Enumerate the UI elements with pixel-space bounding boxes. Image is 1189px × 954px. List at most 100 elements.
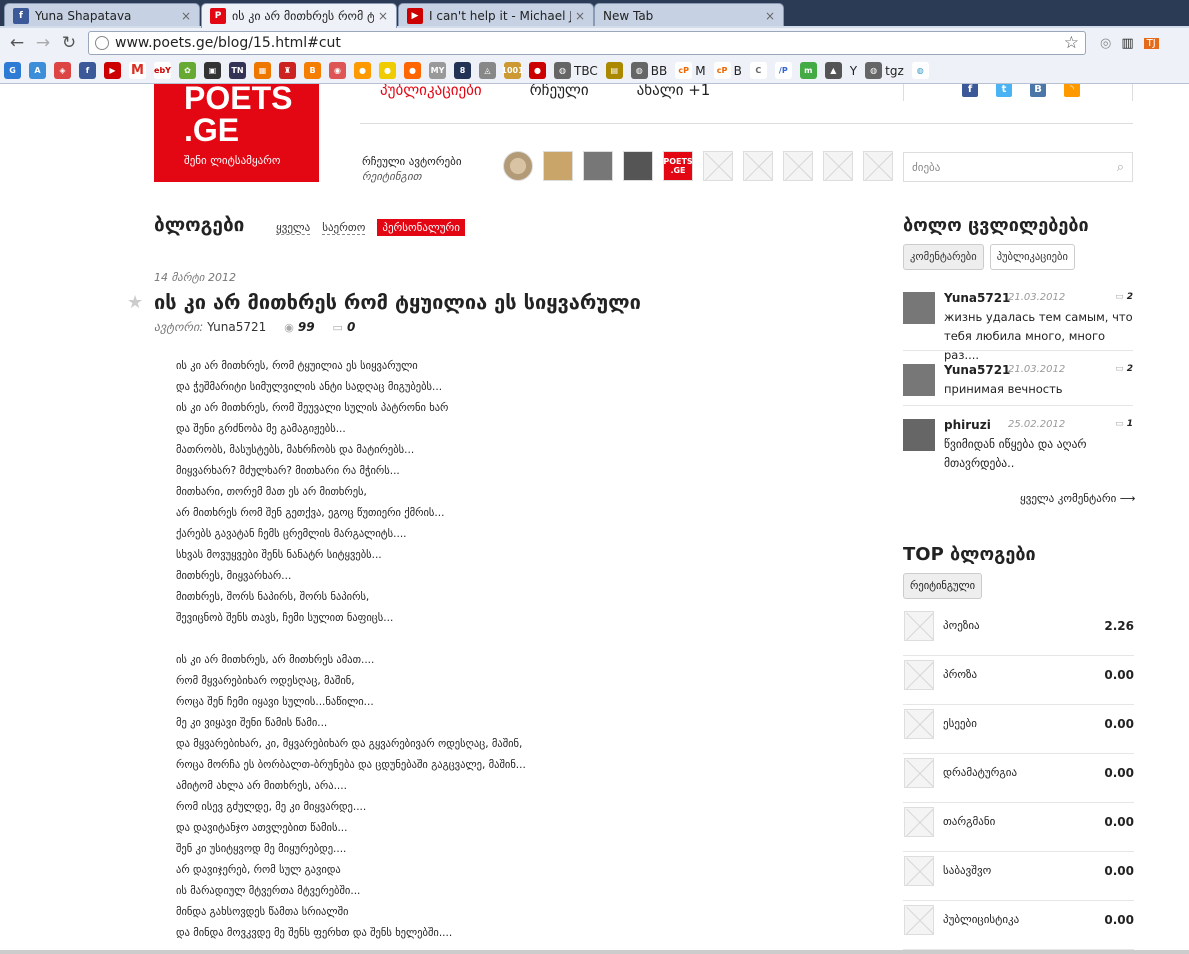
facebook-icon[interactable]: f [79,62,96,79]
gmail-icon[interactable]: M [129,62,146,79]
nav-new[interactable]: ახალი +1 [637,84,711,99]
bookmark-tgz[interactable]: ◍ tgz [865,62,904,79]
bookmark-icon[interactable]: m [799,62,817,79]
top-blog-row[interactable]: საბავშვო 0.00 [903,852,1134,901]
all-comments-link[interactable]: ყველა კომენტარი ⟶ [1020,492,1136,505]
avatar[interactable] [903,364,935,396]
bookmark-icon[interactable]: G [4,62,21,79]
site-logo[interactable]: POETS .GE შენი ლიტსამყარო [154,84,319,182]
close-icon[interactable]: × [378,9,388,23]
address-bar[interactable]: www.poets.ge/blog/15.html#cut ☆ [88,31,1086,55]
comment-count[interactable]: ▭ 2 [1115,292,1133,302]
ebay-icon[interactable]: ebY [154,62,171,79]
close-icon[interactable]: × [181,9,191,23]
bookmark-icon[interactable]: ● [354,62,371,79]
bookmark-icon[interactable]: ◬ [479,62,496,79]
search-icon[interactable]: ⌕ [1117,160,1124,175]
comment-text[interactable]: წვიმიდან იწყება და აღარ მთავრდება.. [944,435,1134,473]
comment-user[interactable]: Yuna5721 [944,363,1010,377]
nav-publications[interactable]: პუბლიკაციები [380,84,482,99]
top-blog-row[interactable]: პროზა 0.00 [903,656,1134,705]
bookmark-m[interactable]: cP M [675,62,706,79]
comment-count[interactable]: 0 [347,320,355,334]
top-blog-row[interactable]: პოეზია 2.26 [903,607,1134,656]
bookmark-icon[interactable]: 8 [454,62,471,79]
author-avatar-placeholder[interactable] [743,151,773,181]
bookmark-icon[interactable]: ● [379,62,396,79]
forward-arrow-icon[interactable]: → [32,32,54,54]
comment-text[interactable]: принимая вечность [944,380,1134,399]
browser-tab[interactable]: f Yuna Shapatava × [4,3,200,28]
blog-name[interactable]: პუბლიცისტიკა [943,913,1019,926]
tab-publications[interactable]: პუბლიკაციები [989,244,1075,270]
blog-name[interactable]: პოეზია [943,619,980,632]
bookmark-icon[interactable]: ▦ [254,62,271,79]
author-avatar-placeholder[interactable] [863,151,893,181]
bookmark-icon[interactable]: ♜ [279,62,296,79]
bookmark-bb[interactable]: ◍ BB [630,62,667,79]
tab-comments[interactable]: კომენტარები [903,244,984,270]
blog-thumbnail-placeholder[interactable] [904,611,934,641]
filter-common[interactable]: საერთო [322,221,366,235]
bookmark-icon[interactable]: /P [774,62,792,79]
rating-sort-button[interactable]: რეიტინგული [903,573,983,599]
avatar[interactable] [903,419,935,451]
bookmark-icon[interactable]: ✿ [179,62,196,79]
barcode-icon[interactable]: ▥ [1121,36,1133,51]
reload-icon[interactable]: ↻ [58,32,80,54]
search-input[interactable]: ძიება ⌕ [903,152,1133,182]
bookmark-icon[interactable]: 1001 [501,62,524,79]
close-icon[interactable]: × [765,9,775,23]
twitter-icon[interactable]: t [996,84,1012,97]
author-avatar[interactable]: POETS .GE [663,151,693,181]
comment-user[interactable]: phiruzi [944,418,991,432]
author-avatar-placeholder[interactable] [823,151,853,181]
close-icon[interactable]: × [575,9,585,23]
bookmark-icon[interactable]: ▤ [605,62,623,79]
translate-icon[interactable]: A [29,62,46,79]
bookmark-icon[interactable]: TN [229,62,246,79]
blog-name[interactable]: ესეები [943,717,977,730]
avatar[interactable] [903,292,935,324]
nav-featured[interactable]: რჩეული [530,84,589,99]
filter-all[interactable]: ყველა [276,221,311,235]
top-blog-row[interactable]: დრამატურგია 0.00 [903,754,1134,803]
comment-text[interactable]: жизнь удалась тем самым, что тебя любила… [944,308,1134,365]
top-blog-row[interactable]: თარგმანი 0.00 [903,803,1134,852]
filter-personal[interactable]: პერსონალური [377,219,465,236]
blog-thumbnail-placeholder[interactable] [904,807,934,837]
globe-icon[interactable]: ◍ [911,62,929,79]
top-blog-row[interactable]: პუბლიცისტიკა 0.00 [903,901,1134,950]
author-avatar-placeholder[interactable] [783,151,813,181]
bookmark-icon[interactable]: ● [529,62,546,79]
comment-count[interactable]: ▭ 1 [1115,419,1133,429]
bookmark-icon[interactable]: ● [404,62,421,79]
vk-icon[interactable]: B [1030,84,1046,97]
scrollbar[interactable] [0,950,1189,954]
back-arrow-icon[interactable]: ← [6,32,28,54]
browser-tab[interactable]: New Tab × [594,3,784,28]
blog-thumbnail-placeholder[interactable] [904,856,934,886]
blog-thumbnail-placeholder[interactable] [904,758,934,788]
rss-icon[interactable]: ◝ [1064,84,1080,97]
browser-tab-active[interactable]: P ის კი არ მითხრეს რომ ტყუილ × [201,3,397,28]
author-avatar[interactable] [583,151,613,181]
bookmark-icon[interactable]: C [749,62,767,79]
blog-thumbnail-placeholder[interactable] [904,660,934,690]
featured-subtitle[interactable]: რეიტინგით [362,169,462,184]
blog-name[interactable]: საბავშვო [943,864,991,877]
youtube-icon[interactable]: ▶ [104,62,121,79]
bookmark-icon[interactable]: ▲ [824,62,842,79]
comment-user[interactable]: Yuna5721 [944,291,1010,305]
extension-icon[interactable]: ◎ [1100,36,1111,51]
photos-icon[interactable]: ◈ [54,62,71,79]
blog-name[interactable]: დრამატურგია [943,766,1017,779]
browser-tab[interactable]: ▶ I can't help it - Michael Jack × [398,3,594,28]
bookmark-icon[interactable]: ▣ [204,62,221,79]
author-link[interactable]: Yuna5721 [207,320,266,334]
wrench-icon[interactable]: TJ [1143,37,1159,49]
blog-thumbnail-placeholder[interactable] [904,905,934,935]
bookmark-b[interactable]: cP B [713,62,742,79]
bookmark-y[interactable]: Y [850,64,857,78]
bookmark-tbc[interactable]: ◍ TBC [554,62,598,79]
